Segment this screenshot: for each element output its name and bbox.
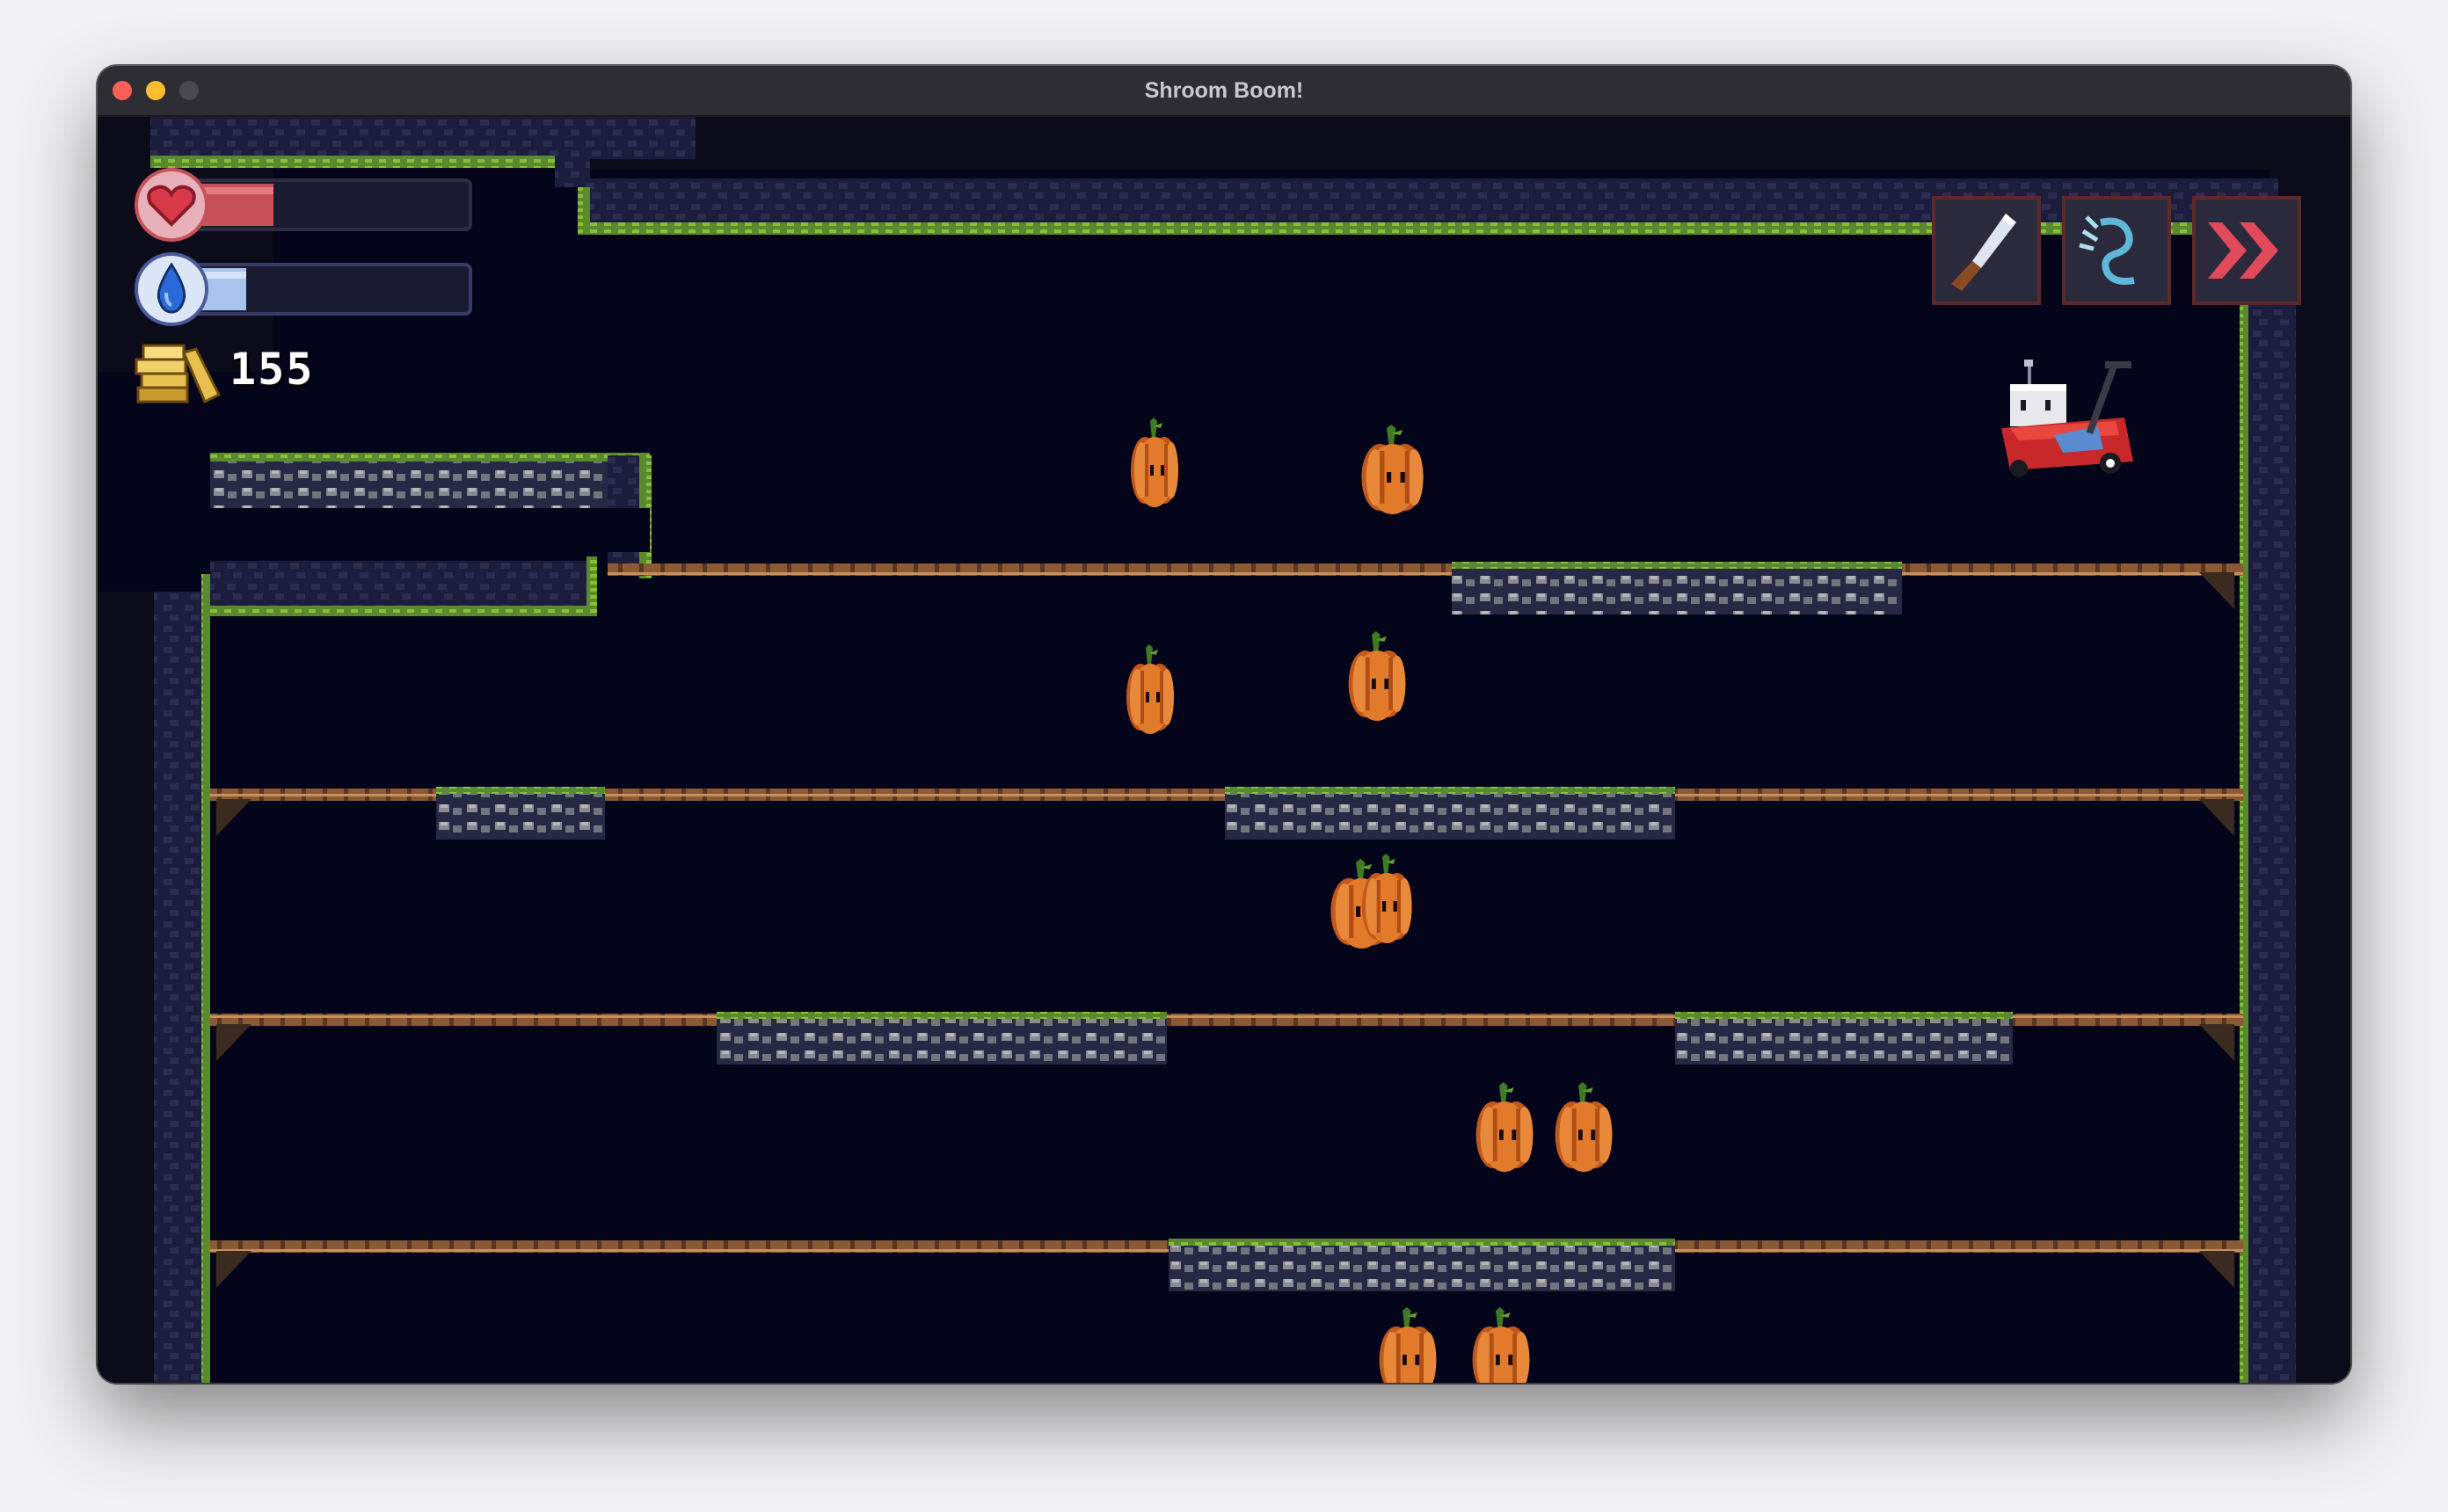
fast-forward-button[interactable] [2192, 196, 2301, 305]
knife-tool-slot[interactable] [1932, 196, 2041, 305]
coin-counter: 155 [230, 344, 315, 395]
window-title: Shroom Boom! [1144, 78, 1304, 103]
watering-hose-tool-slot[interactable] [2062, 196, 2171, 305]
coin-stack-icon [135, 335, 222, 409]
title-bar: Shroom Boom! [98, 66, 2350, 117]
heart-icon [135, 168, 208, 242]
app-window: Shroom Boom! 155 [98, 66, 2350, 1383]
game-canvas[interactable]: 155 [98, 117, 2350, 1383]
water-drop-icon [135, 252, 208, 326]
